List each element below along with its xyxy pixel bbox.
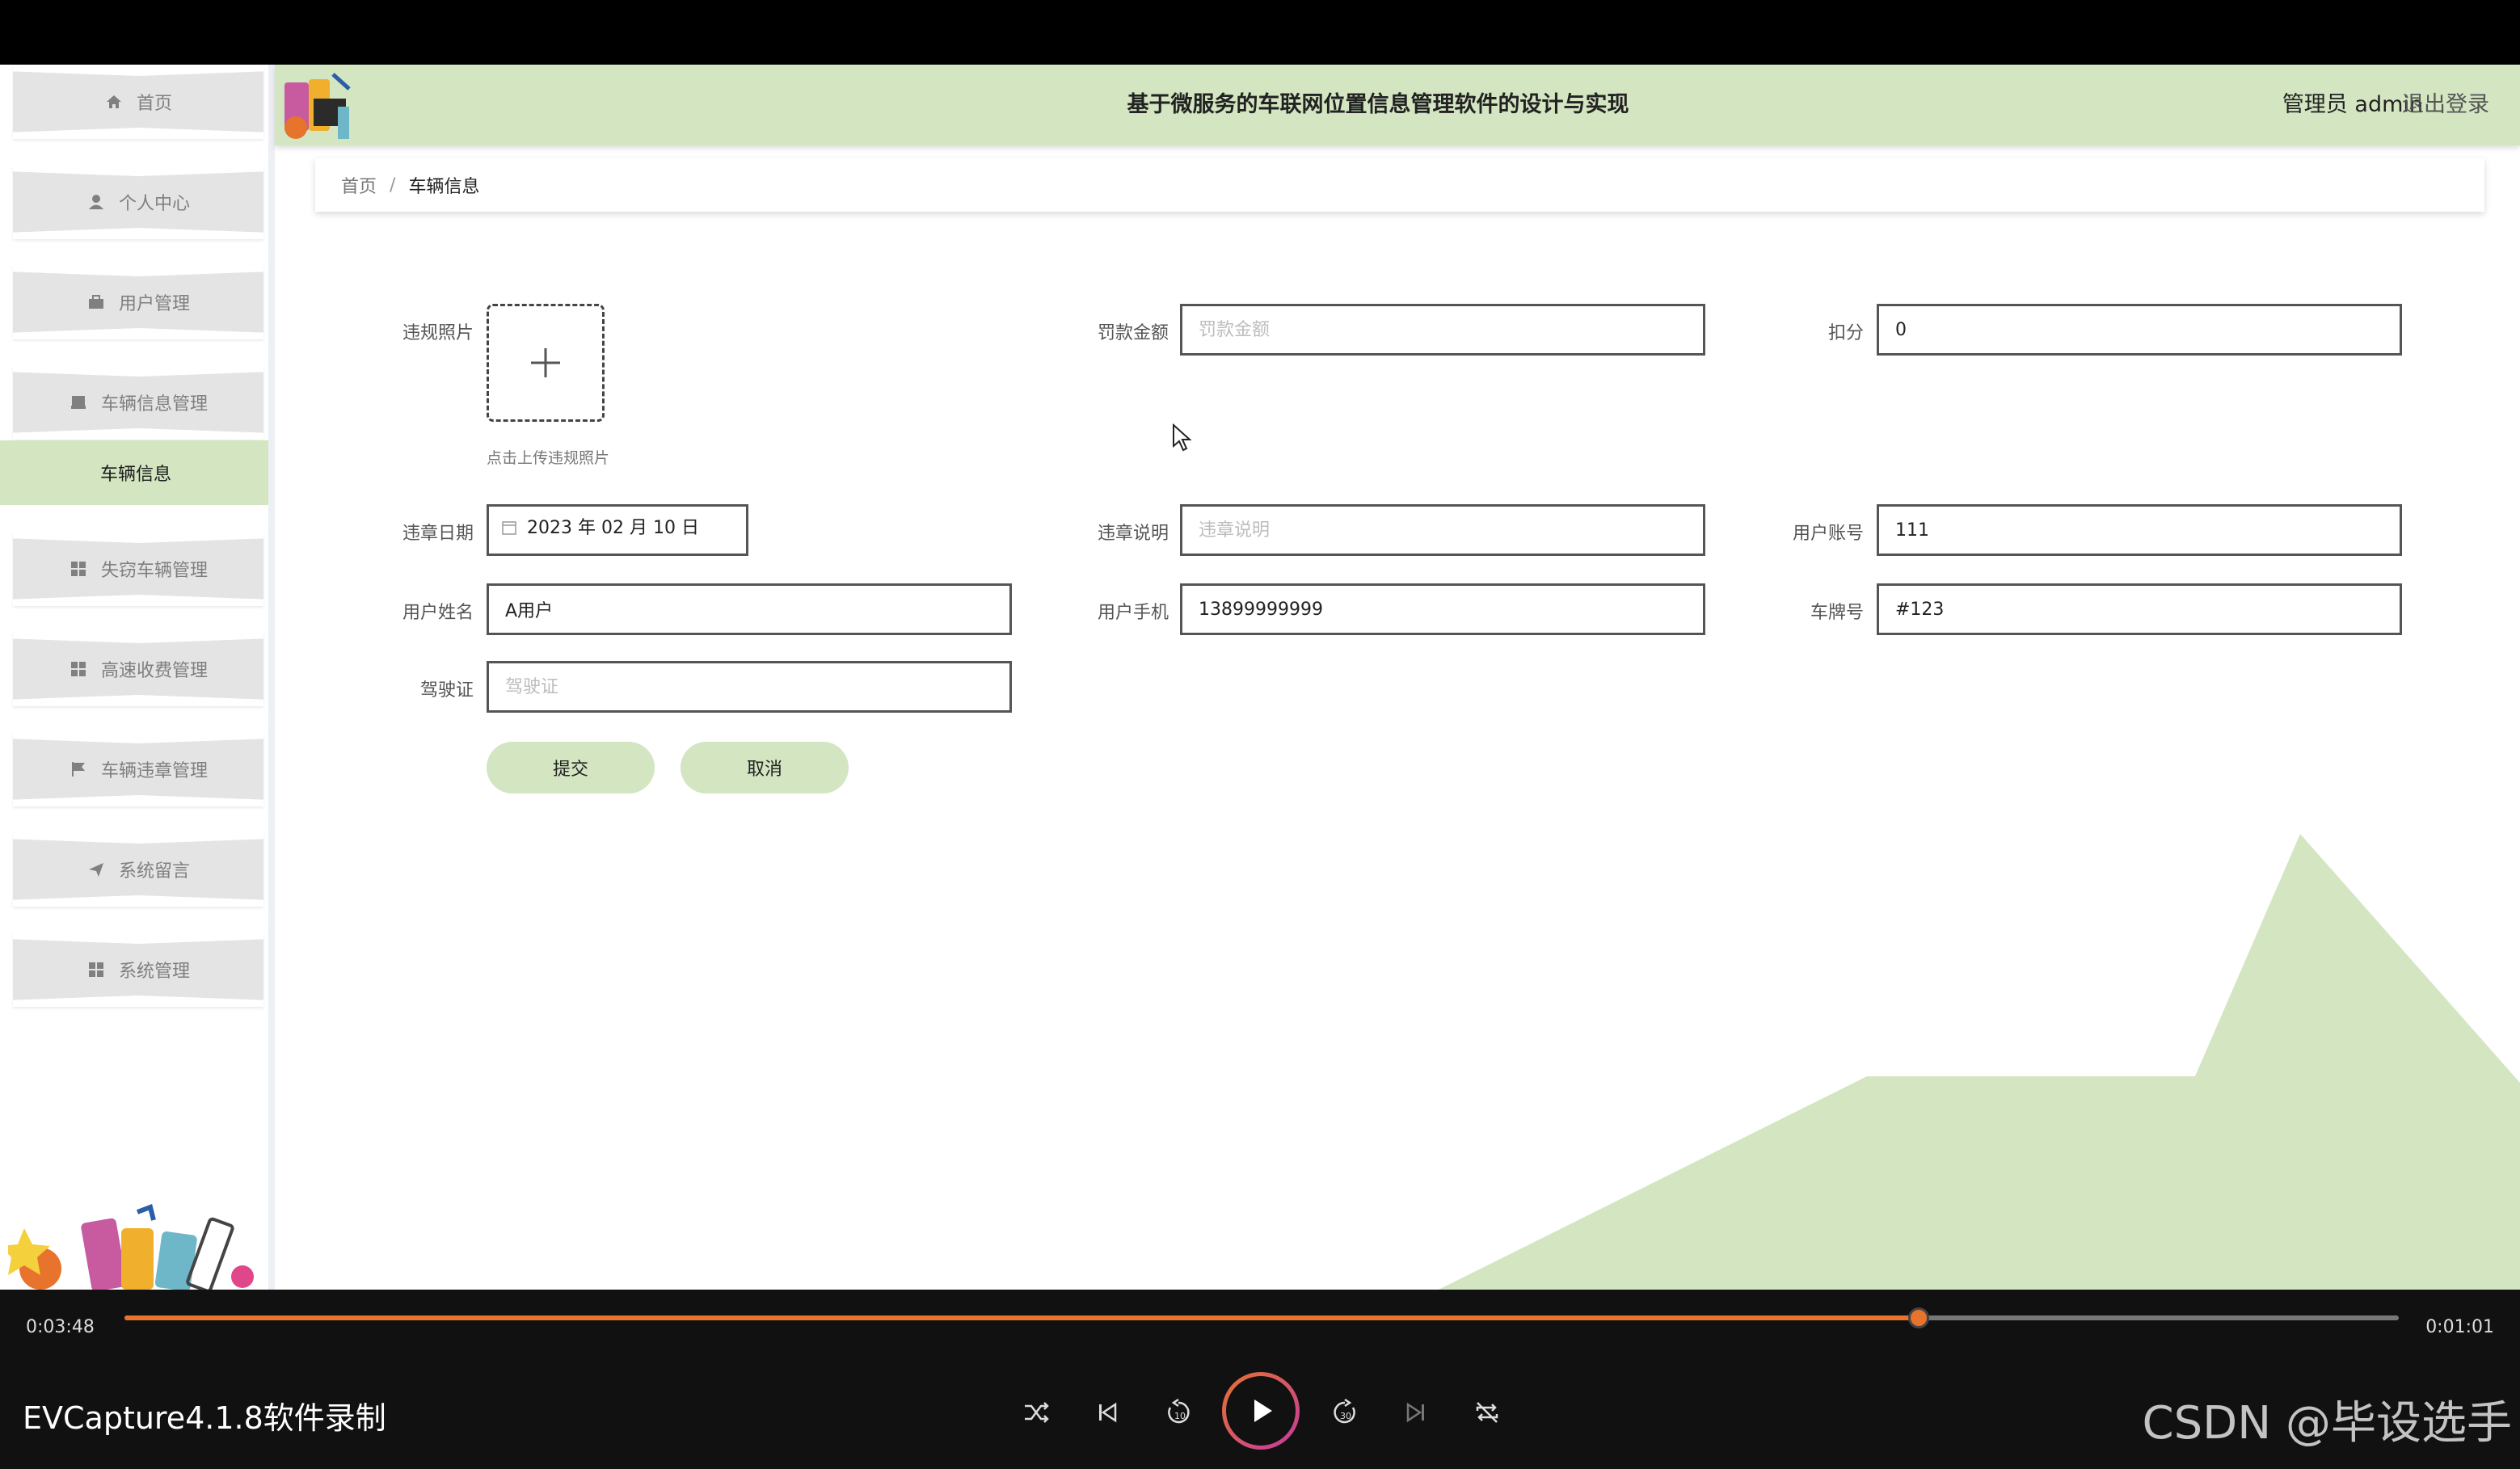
sidebar-item-label: 首页 xyxy=(136,94,172,114)
sidebar-subitem-vehicle-info[interactable]: 车辆信息 xyxy=(0,440,268,505)
top-header: 基于微服务的车联网位置信息管理软件的设计与实现 管理员 admin 退出登录 xyxy=(275,65,2520,145)
license-label: 驾驶证 xyxy=(419,680,474,701)
plate-label: 车牌号 xyxy=(1810,603,1864,623)
previous-icon[interactable] xyxy=(1088,1393,1127,1432)
points-label: 扣分 xyxy=(1827,323,1864,343)
sidebar-item-label: 高速收费管理 xyxy=(100,661,208,681)
fine-label: 罚款金额 xyxy=(1097,323,1169,343)
phone-label: 用户手机 xyxy=(1097,603,1169,623)
next-icon[interactable] xyxy=(1397,1393,1435,1432)
sidebar-item-label: 系统管理 xyxy=(118,962,190,982)
svg-text:30: 30 xyxy=(1340,1411,1351,1421)
violation-description-input[interactable] xyxy=(1180,504,1705,556)
account-label: 用户账号 xyxy=(1792,524,1864,544)
flag-icon xyxy=(69,760,88,779)
user-name-input[interactable] xyxy=(487,583,1012,635)
user-account-input[interactable] xyxy=(1877,504,2402,556)
user-phone-input[interactable] xyxy=(1180,583,1705,635)
logout-link[interactable]: 退出登录 xyxy=(2402,65,2489,145)
video-player-bar: 0:03:48 0:01:01 EVCapture4.1.8软件录制 10 30… xyxy=(0,1290,2520,1469)
sidebar-item-vehicle-info-management[interactable]: 车辆信息管理 xyxy=(13,365,263,440)
photo-upload-box[interactable] xyxy=(487,304,605,422)
grid-icon xyxy=(69,659,88,679)
description-label: 违章说明 xyxy=(1097,524,1169,544)
breadcrumb-separator: / xyxy=(390,175,396,196)
sidebar: 首页 个人中心 用户管理 车辆信息管理 车辆信息 失窃车辆管理 高速收费管理 车… xyxy=(0,65,275,1290)
progress-knob[interactable] xyxy=(1908,1307,1930,1328)
csdn-watermark: CSDN @毕设选手 xyxy=(2142,1397,2512,1450)
play-button[interactable] xyxy=(1222,1372,1300,1450)
remaining-time: 0:01:01 xyxy=(2425,1317,2494,1337)
forward-30-icon[interactable]: 30 xyxy=(1325,1393,1364,1432)
plate-number-input[interactable] xyxy=(1877,583,2402,635)
sidebar-item-label: 系统留言 xyxy=(118,861,190,882)
grid-icon xyxy=(86,960,106,979)
progress-track[interactable] xyxy=(124,1307,2399,1328)
violation-date-value: 2023 年 02 月 10 日 xyxy=(527,518,699,538)
sidebar-item-label: 个人中心 xyxy=(118,194,190,214)
fine-amount-input[interactable] xyxy=(1180,304,1705,356)
sidebar-item-user-management[interactable]: 用户管理 xyxy=(13,265,263,339)
paper-plane-icon xyxy=(86,860,106,879)
calendar-icon xyxy=(502,521,516,535)
home-icon xyxy=(104,92,124,112)
sidebar-item-label: 车辆信息管理 xyxy=(100,394,208,415)
app-title: 基于微服务的车联网位置信息管理软件的设计与实现 xyxy=(1127,92,1629,117)
photo-label: 违规照片 xyxy=(402,323,474,343)
photo-upload-hint: 点击上传违规照片 xyxy=(487,449,610,467)
rewind-10-icon[interactable]: 10 xyxy=(1159,1393,1198,1432)
repeat-icon[interactable] xyxy=(1468,1393,1507,1432)
user-icon xyxy=(86,192,106,212)
breadcrumb-current: 车辆信息 xyxy=(408,177,480,197)
play-icon xyxy=(1254,1400,1272,1422)
svg-text:10: 10 xyxy=(1174,1411,1186,1421)
sidebar-item-personal-center[interactable]: 个人中心 xyxy=(13,165,263,239)
elapsed-time: 0:03:48 xyxy=(26,1317,95,1337)
sidebar-item-label: 车辆违章管理 xyxy=(100,761,208,781)
inbox-icon xyxy=(69,393,88,412)
breadcrumb-home-link[interactable]: 首页 xyxy=(341,172,377,198)
plus-icon xyxy=(531,348,560,377)
name-label: 用户姓名 xyxy=(402,603,474,623)
submit-button[interactable]: 提交 xyxy=(487,742,655,793)
recorder-label: EVCapture4.1.8软件录制 xyxy=(23,1400,386,1436)
date-label: 违章日期 xyxy=(402,524,474,544)
points-input[interactable] xyxy=(1877,304,2402,356)
sidebar-item-label: 失窃车辆管理 xyxy=(100,561,208,581)
sidebar-item-vehicle-violation-management[interactable]: 车辆违章管理 xyxy=(13,732,263,806)
driver-license-input[interactable] xyxy=(487,661,1012,713)
app-window: 首页 个人中心 用户管理 车辆信息管理 车辆信息 失窃车辆管理 高速收费管理 车… xyxy=(0,65,2520,1290)
sidebar-item-highway-toll-management[interactable]: 高速收费管理 xyxy=(13,632,263,706)
sidebar-item-system-management[interactable]: 系统管理 xyxy=(13,932,263,1007)
grid-icon xyxy=(69,559,88,579)
cancel-button[interactable]: 取消 xyxy=(681,742,849,793)
progress-fill xyxy=(124,1315,1919,1320)
shuffle-icon[interactable] xyxy=(1017,1393,1056,1432)
sidebar-item-stolen-vehicle-management[interactable]: 失窃车辆管理 xyxy=(13,532,263,606)
mouse-cursor-icon xyxy=(1173,423,1192,452)
sidebar-item-home[interactable]: 首页 xyxy=(13,65,263,139)
sidebar-item-label: 用户管理 xyxy=(118,294,190,314)
briefcase-icon xyxy=(86,293,106,312)
sidebar-item-system-messages[interactable]: 系统留言 xyxy=(13,832,263,907)
sidebar-decorative-logo xyxy=(8,1204,254,1290)
breadcrumb: 首页 / 车辆信息 xyxy=(315,158,2484,212)
